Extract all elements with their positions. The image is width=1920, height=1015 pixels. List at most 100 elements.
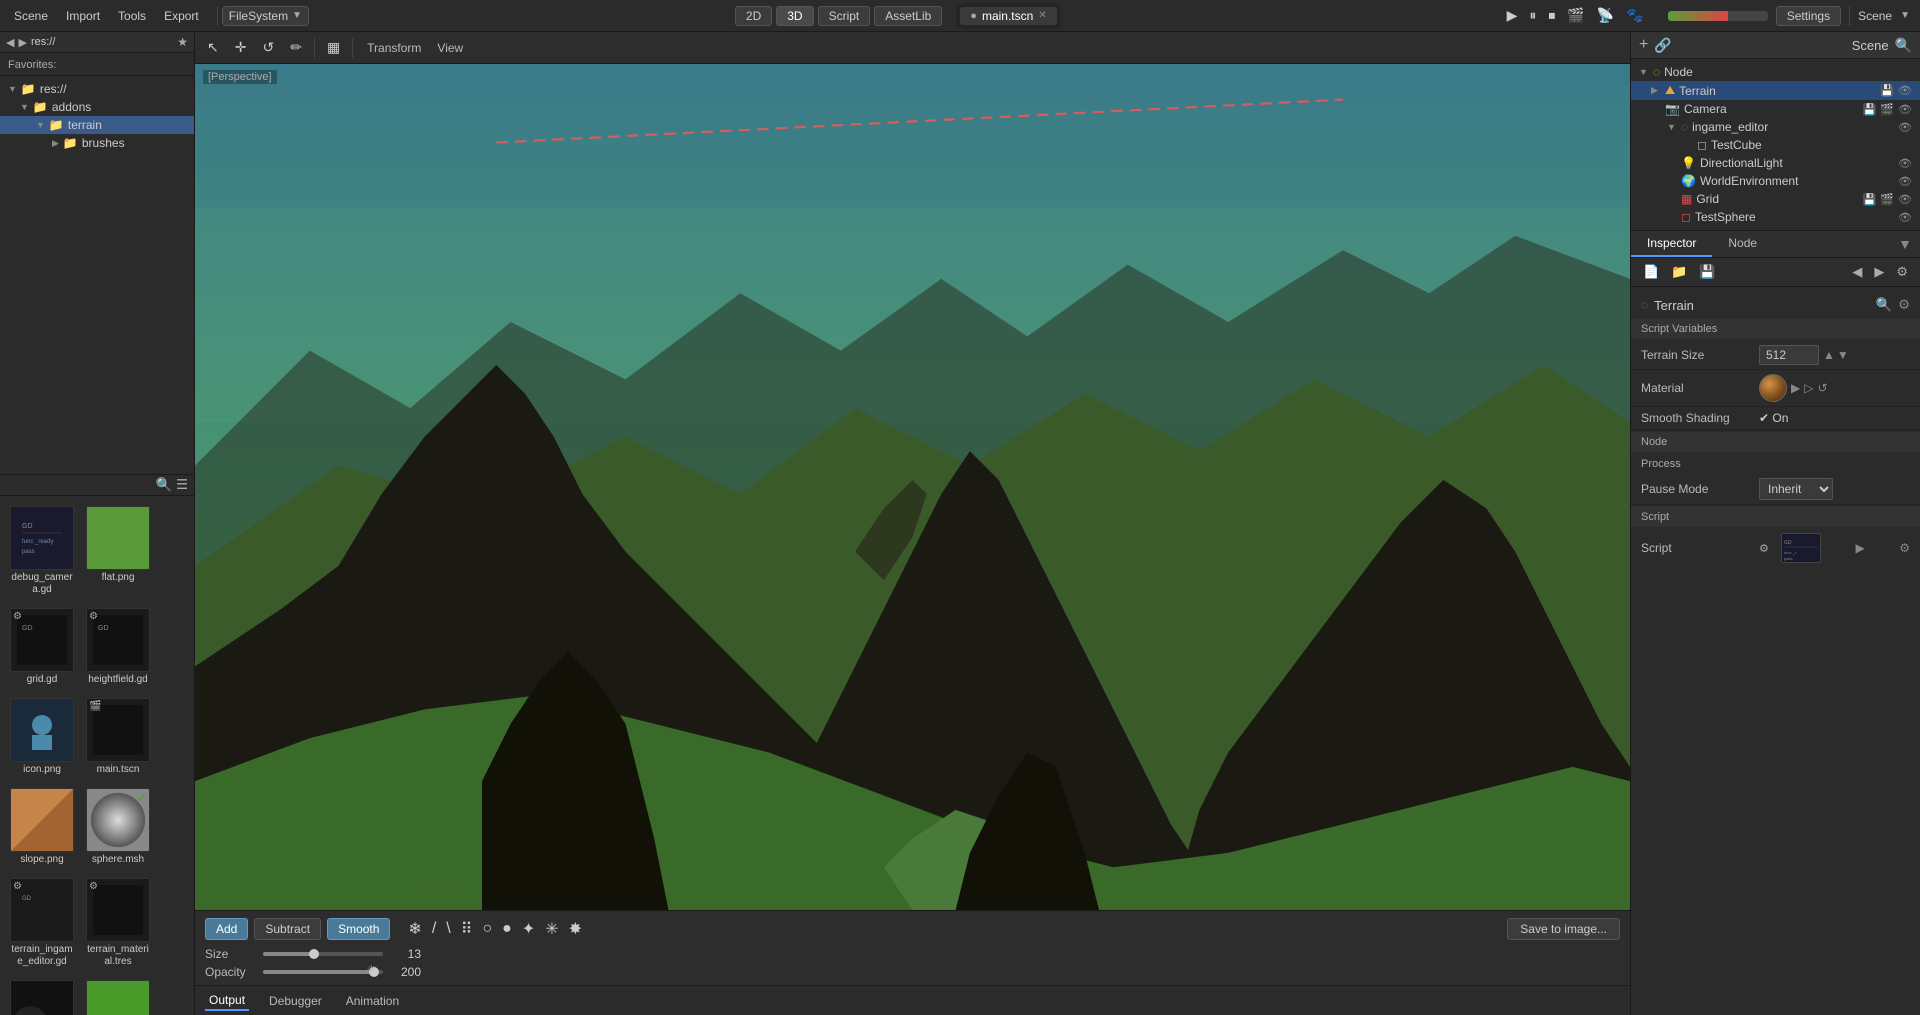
view-3d-btn[interactable]: 3D [776,6,813,26]
thumb-terrain-material[interactable]: ⚙ terrain_material.tres [82,874,154,972]
menu-import[interactable]: Import [58,6,108,26]
path-forward-btn[interactable]: ▶ [18,36,26,49]
add-node-btn[interactable]: + [1639,36,1648,54]
tab-output[interactable]: Output [205,991,249,1011]
tree-brushes[interactable]: ▶ 📁 brushes [0,134,194,152]
menu-export[interactable]: Export [156,6,207,26]
brush-circle-lg-btn[interactable]: ● [500,918,514,940]
tree-res[interactable]: ▼ 📁 res:// [0,80,194,98]
pause-mode-select[interactable]: Inherit Stop Process [1759,478,1833,500]
brush-add-btn[interactable]: Add [205,918,248,940]
tab-animation[interactable]: Animation [342,992,403,1010]
testsphere-eye-btn[interactable]: 👁 [1898,211,1912,224]
brush-slash-btn[interactable]: / [430,918,438,940]
tree-terrain[interactable]: ▼ 📁 terrain [0,116,194,134]
scene-node-ingame-editor[interactable]: ▼ ◌ ingame_editor 👁 [1631,118,1920,136]
thumb-terrain-normal[interactable]: terrain_test_normal_map.png [82,976,154,1015]
view-2d-btn[interactable]: 2D [735,6,772,26]
inspector-new-btn[interactable]: 📄 [1639,262,1663,282]
script-expand-btn[interactable]: ▶ [1855,541,1864,555]
scene-node-testcube[interactable]: ◻ TestCube [1631,136,1920,154]
thumb-debug-camera[interactable]: GDfunc _readypass debug_camera.gd [6,502,78,600]
view-assetlib-btn[interactable]: AssetLib [874,6,942,26]
menu-scene[interactable]: Scene [6,6,56,26]
script-settings-btn[interactable]: ⚙ [1899,541,1910,555]
scene-node-grid[interactable]: ▦ Grid 💾 🎬 👁 [1631,190,1920,208]
grid-eye-btn[interactable]: 👁 [1898,193,1912,206]
inspector-search-btn[interactable]: 🔍 [1875,297,1892,313]
material-refresh-btn[interactable]: ↺ [1817,381,1827,395]
scene-node-worldenv[interactable]: 🌍 WorldEnvironment 👁 [1631,172,1920,190]
material-swatch[interactable] [1759,374,1787,402]
camera-save-btn[interactable]: 💾 [1863,103,1877,116]
pause-btn[interactable]: ⏸ [1525,5,1540,26]
inspector-gear-btn[interactable]: ⚙ [1898,297,1910,313]
search-icon-btn[interactable]: 🔍 [155,477,172,493]
brush-star-sm-btn[interactable]: ✦ [520,917,537,941]
list-icon-btn[interactable]: ☰ [176,477,188,493]
transform-btn[interactable]: Transform [361,39,427,57]
terrain-eye-btn[interactable]: 👁 [1898,84,1912,97]
remote-btn[interactable]: 📡 [1593,5,1618,26]
terrain-size-up-btn[interactable]: ▲ [1823,348,1835,362]
link-node-btn[interactable]: 🔗 [1654,37,1671,54]
tree-addons[interactable]: ▼ 📁 addons [0,98,194,116]
stop-btn[interactable]: ⏹ [1544,5,1559,26]
tab-close-btn[interactable]: ✕ [1038,10,1046,21]
terrain-size-down-btn[interactable]: ▼ [1837,348,1849,362]
remote2-btn[interactable]: 🐾 [1622,5,1647,26]
brush-dots-btn[interactable]: ⠿ [459,917,475,941]
scene-node-node[interactable]: ▼ ◌ Node [1631,63,1920,81]
brush-star-lg-btn[interactable]: ✳ [543,917,560,941]
inspector-settings-btn[interactable]: ⚙ [1892,262,1912,282]
brush-asterisk-btn[interactable]: ✸ [567,917,584,941]
viewport[interactable]: [Perspective] [195,64,1630,910]
play-btn[interactable]: ▶ [1503,5,1522,26]
save-to-image-btn[interactable]: Save to image... [1507,918,1620,940]
search-scene-btn[interactable]: 🔍 [1895,37,1912,54]
brush-subtract-btn[interactable]: Subtract [254,918,321,940]
filesystem-header-btn[interactable]: FileSystem ▼ [222,6,309,26]
path-back-btn[interactable]: ◀ [6,36,14,49]
thumb-icon[interactable]: icon.png [6,694,78,780]
brush-smooth-btn[interactable]: Smooth [327,918,390,940]
inspector-prev-btn[interactable]: ◀ [1848,262,1866,282]
path-star-btn[interactable]: ★ [177,35,188,49]
move-tool-btn[interactable]: ✛ [231,37,251,58]
terrain-save-btn[interactable]: 💾 [1880,84,1894,97]
ingame-eye-btn[interactable]: 👁 [1898,121,1912,134]
brush-circle-sm-btn[interactable]: ○ [480,918,494,940]
scene-node-dirlight[interactable]: 💡 DirectionalLight 👁 [1631,154,1920,172]
scene-node-terrain[interactable]: ▶ ⛰ Terrain 💾 👁 [1631,81,1920,100]
menu-tools[interactable]: Tools [110,6,154,26]
size-slider-track[interactable] [263,952,383,956]
camera-eye-btn[interactable]: 👁 [1898,103,1912,116]
grid-film-btn[interactable]: 🎬 [1880,193,1894,206]
movie-btn[interactable]: 🎬 [1563,5,1588,26]
tab-debugger[interactable]: Debugger [265,992,326,1010]
view-script-btn[interactable]: Script [818,6,871,26]
opacity-slider-thumb[interactable]: ☀ [369,967,379,977]
terrain-size-input[interactable] [1759,345,1819,365]
thumb-sphere[interactable]: ✔ sphere.msh [82,784,154,870]
rotate-tool-btn[interactable]: ↺ [258,37,278,58]
scene-node-camera[interactable]: 📷 Camera 💾 🎬 👁 [1631,100,1920,118]
thumb-flat[interactable]: flat.png [82,502,154,600]
material-arrow-btn[interactable]: ▶ [1791,381,1800,395]
brush-backslash-btn[interactable]: \ [444,918,452,940]
camera-film-btn[interactable]: 🎬 [1880,103,1894,116]
thumb-terrain-ingame[interactable]: ⚙ GD terrain_ingame_editor.gd [6,874,78,972]
view-btn-editor[interactable]: View [431,39,469,57]
worldenv-eye-btn[interactable]: 👁 [1898,175,1912,188]
thumb-terrain-test[interactable]: terrain_test.png [6,976,78,1015]
scale-tool-btn[interactable]: ✏ [286,37,306,58]
tab-node[interactable]: Node [1712,231,1773,257]
tab-main-tscn[interactable]: ● main.tscn ✕ [960,7,1056,25]
grid-tool-btn[interactable]: ▦ [323,37,344,58]
settings-btn[interactable]: Settings [1776,6,1841,26]
size-slider-thumb[interactable] [309,949,319,959]
tab-inspector[interactable]: Inspector [1631,231,1712,257]
script-thumbnail[interactable]: GDfunc _rpass [1781,533,1821,563]
thumb-grid[interactable]: ⚙ GD grid.gd [6,604,78,690]
thumb-heightfield[interactable]: ⚙ GD heightfield.gd [82,604,154,690]
